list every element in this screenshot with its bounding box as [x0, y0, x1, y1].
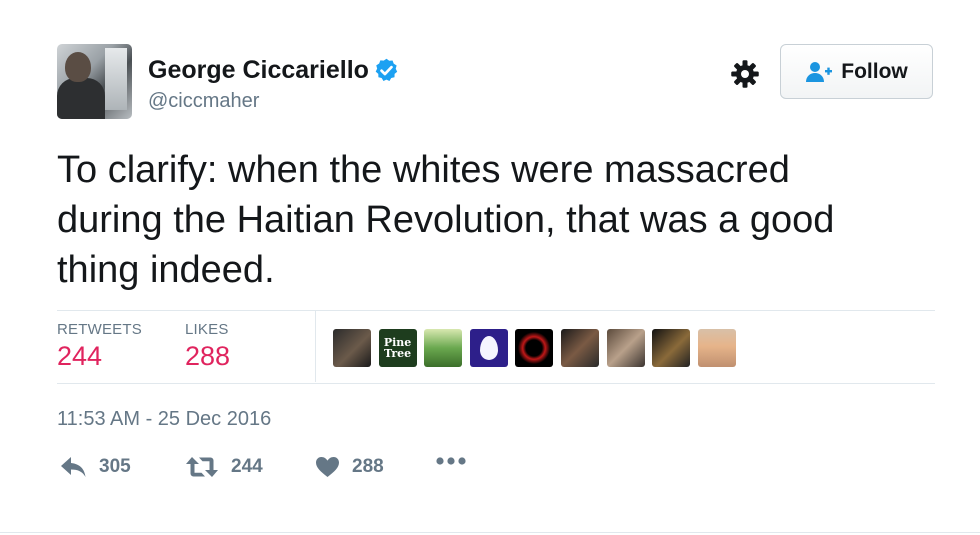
likes-stat[interactable]: LIKES 288: [185, 321, 230, 372]
ellipsis-icon: [436, 457, 466, 465]
author-avatar[interactable]: [57, 44, 132, 119]
retweets-stat[interactable]: RETWEETS 244: [57, 321, 142, 372]
like-button[interactable]: 288: [315, 456, 384, 478]
liker-avatar-6[interactable]: [560, 329, 599, 367]
gear-icon[interactable]: [730, 59, 760, 89]
heart-icon: [316, 457, 339, 477]
tweet-timestamp[interactable]: 11:53 AM - 25 Dec 2016: [57, 408, 271, 431]
liker-avatar-3[interactable]: [424, 329, 463, 367]
verified-badge-icon: [375, 58, 398, 81]
liker-avatar-8[interactable]: [652, 329, 691, 367]
avatar-figure-body: [57, 78, 105, 119]
retweets-count: 244: [57, 341, 103, 371]
retweets-label: RETWEETS: [57, 321, 142, 338]
reply-count: 305: [99, 456, 131, 477]
liker-avatar-5[interactable]: [515, 329, 554, 367]
likes-count: 288: [185, 341, 231, 371]
reply-button[interactable]: 305: [60, 456, 131, 478]
follow-button[interactable]: Follow: [780, 44, 933, 99]
retweet-icon: [186, 457, 218, 477]
liker-avatar-2-text: Pine Tree: [383, 336, 412, 360]
liker-avatars: Pine Tree: [333, 329, 743, 367]
author-name-row: George Ciccariello: [148, 56, 400, 85]
stats-top-divider: [57, 310, 935, 311]
stats-separator: [315, 311, 316, 382]
egg-shape: [479, 336, 498, 360]
liker-avatar-4[interactable]: [469, 329, 508, 367]
retweet-count: 244: [231, 456, 263, 477]
liker-avatar-2[interactable]: Pine Tree: [378, 329, 417, 367]
avatar-figure-head: [65, 52, 91, 82]
liker-avatar-9[interactable]: [697, 329, 736, 367]
author-handle[interactable]: @ciccmaher: [148, 90, 259, 113]
follow-button-label: Follow: [841, 59, 908, 83]
liker-avatar-1[interactable]: [333, 329, 371, 367]
more-button[interactable]: [435, 456, 467, 466]
stats-bottom-divider: [57, 383, 935, 384]
page-bottom-divider: [0, 532, 980, 533]
liker-avatar-7[interactable]: [606, 329, 645, 367]
likes-label: LIKES: [185, 321, 229, 338]
retweet-button[interactable]: 244: [185, 456, 263, 478]
author-name[interactable]: George Ciccariello: [148, 56, 369, 85]
tweet-text: To clarify: when the whites were massacr…: [57, 149, 835, 291]
like-count: 288: [352, 456, 384, 477]
add-user-icon: [806, 61, 833, 82]
reply-icon: [61, 457, 86, 477]
avatar-background: [105, 48, 127, 110]
